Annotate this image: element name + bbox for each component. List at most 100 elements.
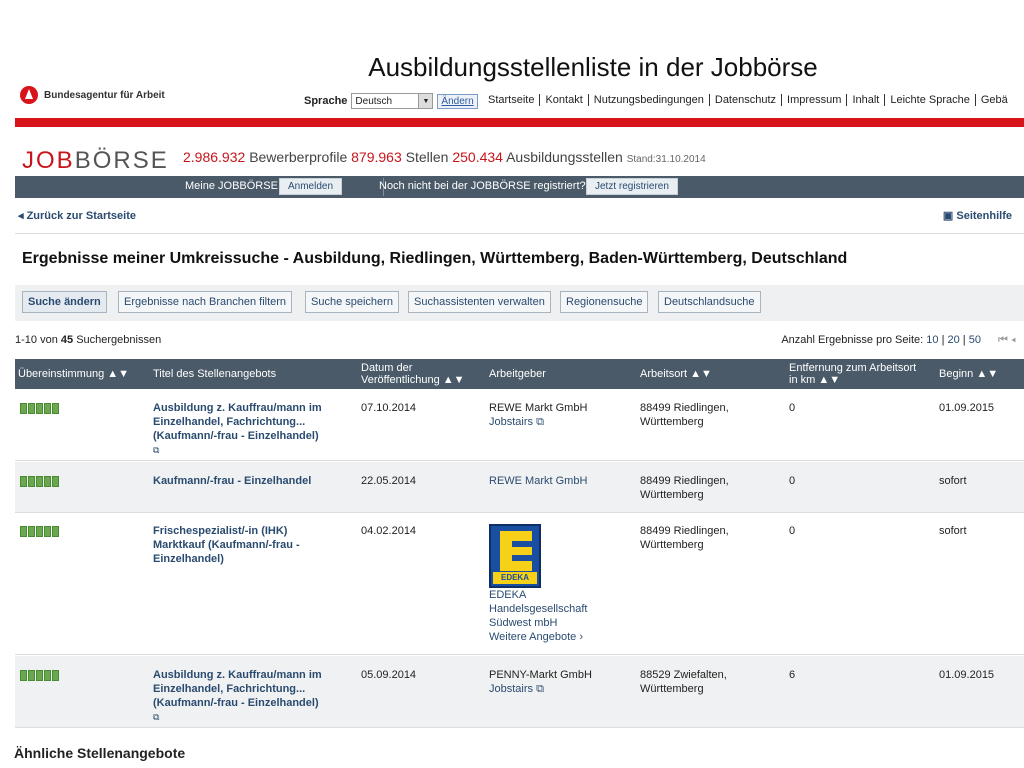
prev-page-icon[interactable]: ◂ xyxy=(1011,334,1016,346)
ba-name: Bundesagentur für Arbeit xyxy=(44,89,165,101)
job-title-line: Einzelhandel) xyxy=(153,553,224,565)
sort-icon[interactable]: ▲▼ xyxy=(976,368,998,380)
match-indicator xyxy=(20,403,59,414)
col-match[interactable]: Übereinstimmung ▲▼ xyxy=(18,359,129,389)
distance: 6 xyxy=(789,669,796,681)
first-page-icon[interactable]: ⏮ xyxy=(998,334,1008,346)
stat-jobs-count: 879.963 xyxy=(351,149,402,165)
nav-startseite[interactable]: Startseite xyxy=(483,94,539,106)
location: 88529 Zwiefalten, Württemberg xyxy=(640,668,727,696)
help-link[interactable]: ▣ Seitenhilfe xyxy=(943,209,1012,222)
col-distance[interactable]: Entfernung zum Arbeitsort in km ▲▼ xyxy=(789,359,916,389)
sort-icon[interactable]: ▲▼ xyxy=(443,374,465,386)
external-link-icon: ⧉ xyxy=(536,416,544,428)
employer: PENNY-Markt GmbH Jobstairs ⧉ xyxy=(489,668,592,696)
col-location[interactable]: Arbeitsort ▲▼ xyxy=(640,359,712,389)
germany-search-button[interactable]: Deutschlandsuche xyxy=(658,291,761,313)
logo-part-boerse: BÖRSE xyxy=(74,147,169,174)
external-link-icon: ⧉ xyxy=(153,445,160,455)
employer-link[interactable]: REWE Markt GmbH xyxy=(489,474,587,488)
publish-date: 07.10.2014 xyxy=(361,402,417,414)
match-indicator xyxy=(20,526,59,537)
col-start[interactable]: Beginn ▲▼ xyxy=(939,359,998,389)
employer-line: Südwest mbH xyxy=(489,617,558,629)
language-value: Deutsch xyxy=(355,95,393,107)
table-row: Ausbildung z. Kauffrau/mann im Einzelhand… xyxy=(15,389,1024,461)
start-date: sofort xyxy=(939,525,967,537)
external-link-icon: ⧉ xyxy=(153,712,160,722)
similar-offers-heading: Ähnliche Stellenangebote xyxy=(14,745,186,761)
col-date-label-2: Veröffentlichung xyxy=(361,374,440,386)
publish-date: 22.05.2014 xyxy=(361,475,417,487)
job-title-line: Marktkauf (Kaufmann/-frau - xyxy=(153,539,300,551)
per-page-10[interactable]: 10 xyxy=(926,334,938,346)
location: 88499 Riedlingen, Württemberg xyxy=(640,474,729,502)
col-title: Titel des Stellenangebots xyxy=(153,359,276,389)
more-offers-link[interactable]: Weitere Angebote xyxy=(489,631,576,643)
per-page-20[interactable]: 20 xyxy=(948,334,960,346)
nav-gebaerdensprache[interactable]: Gebä xyxy=(974,94,1013,106)
divider xyxy=(15,233,1024,234)
col-distance-label-1: Entfernung zum Arbeitsort xyxy=(789,362,917,374)
match-indicator xyxy=(20,476,59,487)
language-selector: Sprache Deutsch ▼ Ändern xyxy=(304,93,478,109)
sort-icon[interactable]: ▲▼ xyxy=(107,368,129,380)
edeka-logo-shape xyxy=(512,541,532,547)
table-row: Frischespezialist/-in (IHK) Marktkauf (Ka… xyxy=(15,514,1024,655)
back-link[interactable]: ◂ Zurück zur Startseite xyxy=(18,209,136,222)
nav-inhalt[interactable]: Inhalt xyxy=(846,94,885,106)
filter-by-industry-button[interactable]: Ergebnisse nach Branchen filtern xyxy=(118,291,293,313)
col-date[interactable]: Datum der Veröffentlichung ▲▼ xyxy=(361,359,465,389)
location: 88499 Riedlingen, Württemberg xyxy=(640,524,729,552)
start-date: sofort xyxy=(939,475,967,487)
location-line: Württemberg xyxy=(640,683,704,695)
col-location-label: Arbeitsort xyxy=(640,368,688,380)
results-per-page: Anzahl Ergebnisse pro Seite: 10 | 20 | 5… xyxy=(781,334,1016,346)
region-search-button[interactable]: Regionensuche xyxy=(560,291,649,313)
nav-leichte-sprache[interactable]: Leichte Sprache xyxy=(884,94,975,106)
stat-training-count: 250.434 xyxy=(452,149,503,165)
nav-impressum[interactable]: Impressum xyxy=(781,94,847,106)
employer-link[interactable]: Jobstairs ⧉ xyxy=(489,415,587,429)
ba-logo[interactable]: Bundesagentur für Arbeit xyxy=(20,86,165,104)
stat-date: Stand:31.10.2014 xyxy=(626,154,706,165)
per-page-50[interactable]: 50 xyxy=(969,334,981,346)
nav-datenschutz[interactable]: Datenschutz xyxy=(708,94,782,106)
result-count: 1-10 von 45 Suchergebnissen xyxy=(15,334,161,346)
nav-nutzungsbedingungen[interactable]: Nutzungsbedingungen xyxy=(587,94,709,106)
job-title-link[interactable]: Frischespezialist/-in (IHK) Marktkauf (Ka… xyxy=(153,524,300,566)
edeka-logo[interactable]: EDEKA xyxy=(489,524,541,588)
chevron-down-icon: ▼ xyxy=(418,94,433,108)
sort-icon[interactable]: ▲▼ xyxy=(690,368,712,380)
language-select[interactable]: Deutsch ▼ xyxy=(351,93,434,109)
job-title-link[interactable]: Ausbildung z. Kauffrau/mann im Einzelhand… xyxy=(153,668,322,724)
employer-link[interactable]: Jobstairs ⧉ xyxy=(489,682,592,696)
edeka-logo-label: EDEKA xyxy=(493,572,537,584)
help-link-label: Seitenhilfe xyxy=(956,210,1012,222)
jobboerse-logo[interactable]: JOBBÖRSE xyxy=(22,147,169,175)
not-registered-text: Noch nicht bei der JOBBÖRSE registriert? xyxy=(379,180,586,192)
publish-date: 05.09.2014 xyxy=(361,669,417,681)
job-title-line: Einzelhandel, Fachrichtung... xyxy=(153,683,306,695)
employer-link[interactable]: EDEKA Handelsgesellschaft Südwest mbH Weite… xyxy=(489,588,587,644)
job-title-line: Frischespezialist/-in (IHK) xyxy=(153,525,288,537)
stats-line: 2.986.932 Bewerberprofile 879.963 Stelle… xyxy=(183,149,706,165)
sort-icon[interactable]: ▲▼ xyxy=(818,374,840,386)
account-bar: Meine JOBBÖRSE Anmelden Noch nicht bei d… xyxy=(15,176,1024,198)
job-title-link[interactable]: Ausbildung z. Kauffrau/mann im Einzelhand… xyxy=(153,401,322,457)
nav-kontakt[interactable]: Kontakt xyxy=(539,94,588,106)
change-search-button[interactable]: Suche ändern xyxy=(22,291,107,313)
col-match-label: Übereinstimmung xyxy=(18,368,105,380)
edeka-logo-shape xyxy=(512,555,532,561)
top-navigation: Startseite Kontakt Nutzungsbedingungen Date… xyxy=(483,94,1013,106)
save-search-button[interactable]: Suche speichern xyxy=(305,291,399,313)
employer: REWE Markt GmbH Jobstairs ⧉ xyxy=(489,401,587,429)
ba-logo-icon xyxy=(20,86,38,104)
login-button[interactable]: Anmelden xyxy=(279,178,343,195)
language-change-button[interactable]: Ändern xyxy=(437,93,478,109)
table-row: Ausbildung z. Kauffrau/mann im Einzelhand… xyxy=(15,656,1024,728)
edeka-logo-e xyxy=(500,531,532,571)
job-title-link[interactable]: Kaufmann/-frau - Einzelhandel xyxy=(153,474,311,488)
manage-search-assistants-button[interactable]: Suchassistenten verwalten xyxy=(408,291,551,313)
register-button[interactable]: Jetzt registrieren xyxy=(586,178,678,195)
